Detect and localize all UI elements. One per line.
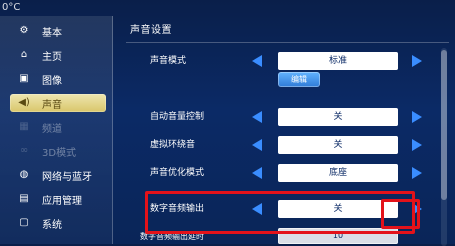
setting-value[interactable]: 关	[278, 136, 398, 154]
setting-value[interactable]: 底座	[278, 164, 398, 182]
sidebar-item-system[interactable]: ▢ 系统	[10, 214, 106, 232]
network-icon: ◍	[19, 169, 29, 180]
page-title: 声音设置	[130, 25, 172, 36]
arrow-right-icon[interactable]	[410, 164, 424, 182]
arrow-right-icon[interactable]	[410, 108, 424, 126]
sidebar-item-picture[interactable]: ▣ 图像	[10, 70, 106, 88]
sidebar-item-home[interactable]: ⌂ 主页	[10, 46, 106, 64]
sidebar-item-network-bluetooth[interactable]: ◍ 网络与蓝牙	[10, 166, 106, 184]
setting-label: 虚拟环绕音	[150, 140, 196, 150]
sidebar-item-label: 频道	[42, 123, 62, 135]
highlight-box	[145, 191, 415, 234]
sidebar-item-app-management[interactable]: ▤ 应用管理	[10, 190, 106, 208]
sidebar-item-channel[interactable]: ▦ 频道	[10, 118, 106, 136]
3d-glasses-icon: ∞	[19, 145, 29, 156]
sidebar-item-label: 图像	[42, 75, 62, 87]
setting-label: 自动音量控制	[150, 112, 205, 122]
system-icon: ▢	[19, 217, 29, 228]
sidebar-item-label: 应用管理	[42, 195, 82, 207]
arrow-right-icon[interactable]	[410, 136, 424, 154]
setting-row-sound-optimization: 声音优化模式 底座	[126, 162, 434, 184]
scrollbar-thumb[interactable]	[441, 50, 447, 200]
picture-icon: ▣	[19, 73, 29, 84]
sidebar-item-label: 主页	[42, 51, 62, 63]
setting-row-auto-volume: 自动音量控制 关	[126, 106, 434, 128]
setting-value[interactable]: 关	[278, 108, 398, 126]
edit-button[interactable]: 编辑	[278, 72, 320, 87]
sidebar: ⚙ 基本 ⌂ 主页 ▣ 图像 ◀) 声音 ▦ 频道 ∞ 3D模式 ◍ 网络与蓝牙…	[0, 16, 113, 244]
sidebar-item-3d-mode[interactable]: ∞ 3D模式	[10, 142, 106, 160]
arrow-left-icon[interactable]	[250, 136, 264, 154]
home-icon: ⌂	[20, 49, 28, 60]
apps-icon: ▤	[19, 193, 29, 204]
gear-icon: ⚙	[19, 25, 29, 36]
channel-icon: ▦	[19, 121, 29, 132]
setting-label: 声音模式	[150, 56, 187, 66]
sidebar-item-label: 声音	[42, 99, 62, 111]
speaker-icon: ◀)	[18, 97, 30, 108]
setting-value[interactable]: 标准	[278, 52, 398, 70]
sidebar-item-basic[interactable]: ⚙ 基本	[10, 22, 106, 40]
sidebar-item-sound[interactable]: ◀) 声音	[10, 94, 106, 112]
highlight-box-arrow	[381, 199, 420, 229]
sidebar-item-label: 网络与蓝牙	[42, 171, 92, 183]
arrow-left-icon[interactable]	[250, 108, 264, 126]
arrow-left-icon[interactable]	[250, 164, 264, 182]
scrollbar-track[interactable]	[441, 48, 447, 246]
setting-row-virtual-surround: 虚拟环绕音 关	[126, 134, 434, 156]
arrow-left-icon[interactable]	[250, 52, 264, 70]
title-divider	[126, 42, 449, 43]
sidebar-item-label: 基本	[42, 27, 62, 39]
setting-row-sound-mode: 声音模式 标准	[126, 50, 434, 72]
setting-label: 声音优化模式	[150, 168, 205, 178]
sidebar-item-label: 系统	[42, 219, 62, 231]
arrow-right-icon[interactable]	[410, 52, 424, 70]
sidebar-item-label: 3D模式	[42, 147, 77, 159]
temperature-readout: 0°C	[2, 2, 21, 13]
